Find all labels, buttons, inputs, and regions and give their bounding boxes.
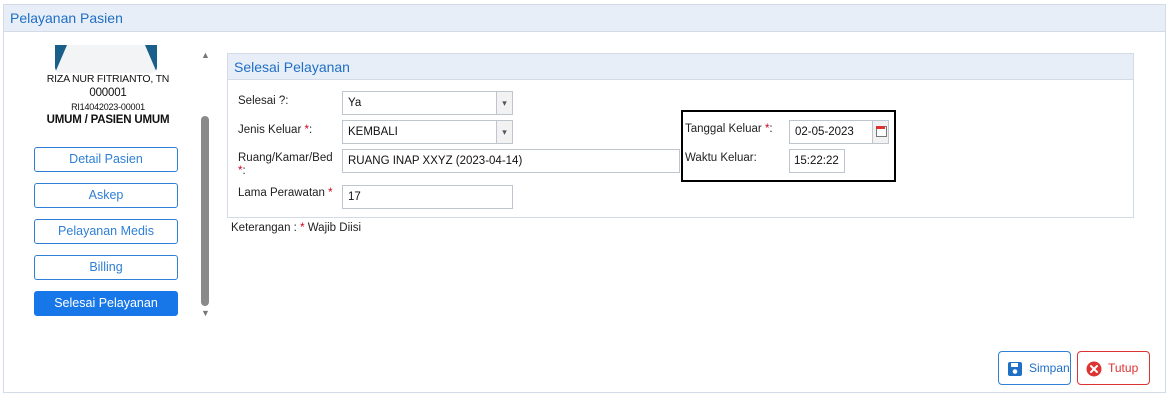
- selesai-value: Ya: [348, 97, 362, 109]
- note-prefix: Keterangan :: [231, 222, 297, 234]
- scroll-down-arrow-icon[interactable]: ▼: [201, 308, 210, 318]
- lama-perawatan-field[interactable]: 17: [342, 185, 513, 209]
- lama-perawatan-label-text: Lama Perawatan: [238, 187, 325, 199]
- nav-pelayanan-medis-button[interactable]: Pelayanan Medis: [34, 219, 178, 244]
- lama-perawatan-label: Lama Perawatan *: [238, 187, 333, 199]
- label-colon: :: [242, 165, 246, 177]
- highlight-box: [681, 110, 896, 182]
- required-mark: *: [328, 187, 333, 199]
- patient-name: RIZA NUR FITRIANTO, TN: [46, 73, 170, 85]
- jenis-keluar-select[interactable]: KEMBALI ▾: [342, 120, 513, 144]
- patient-category: UMUM / PASIEN UMUM: [46, 114, 170, 126]
- nav-askep-button[interactable]: Askep: [34, 183, 178, 208]
- tutup-button[interactable]: Tutup: [1077, 351, 1150, 385]
- close-icon: [1086, 361, 1102, 377]
- save-icon: [1008, 362, 1022, 376]
- chevron-down-icon[interactable]: ▾: [496, 92, 512, 114]
- note-required-mark: *: [300, 222, 305, 234]
- patient-registration: RI14042023-00001: [71, 102, 145, 112]
- ruang-value: RUANG INAP XXYZ (2023-04-14): [348, 155, 523, 167]
- nav-billing-button[interactable]: Billing: [34, 255, 178, 280]
- scroll-up-arrow-icon[interactable]: ▲: [201, 50, 210, 60]
- jenis-keluar-label: Jenis Keluar *:: [238, 124, 312, 136]
- avatar-collar-left: [55, 45, 67, 73]
- patient-avatar: [55, 45, 157, 73]
- jenis-keluar-value: KEMBALI: [348, 126, 398, 138]
- label-colon: :: [308, 124, 313, 136]
- note-text: Wajib Diisi: [307, 222, 361, 234]
- avatar-collar-right: [145, 45, 157, 73]
- ruang-label: Ruang/Kamar/Bed *:: [238, 152, 338, 178]
- sidebar-scrollbar[interactable]: ▲ ▼: [199, 50, 211, 318]
- tutup-label: Tutup: [1108, 361, 1139, 375]
- window-title: Pelayanan Pasien: [4, 5, 1165, 32]
- simpan-button[interactable]: Simpan: [998, 351, 1071, 385]
- selesai-label: Selesai ?:: [238, 95, 289, 107]
- jenis-keluar-label-text: Jenis Keluar: [238, 124, 302, 136]
- ruang-label-text: Ruang/Kamar/Bed: [238, 152, 333, 164]
- patient-number: 000001: [89, 87, 127, 99]
- required-note: Keterangan : * Wajib Diisi: [231, 222, 361, 234]
- lama-perawatan-value: 17: [348, 191, 361, 203]
- scrollbar-thumb[interactable]: [201, 116, 209, 306]
- selesai-select[interactable]: Ya ▾: [342, 91, 513, 115]
- ruang-select[interactable]: RUANG INAP XXYZ (2023-04-14): [342, 149, 680, 173]
- panel-title: Selesai Pelayanan: [228, 54, 1133, 80]
- simpan-label: Simpan: [1029, 361, 1070, 375]
- nav-selesai-pelayanan-button[interactable]: Selesai Pelayanan: [34, 291, 178, 316]
- chevron-down-icon[interactable]: ▾: [496, 121, 512, 143]
- nav-detail-pasien-button[interactable]: Detail Pasien: [34, 147, 178, 172]
